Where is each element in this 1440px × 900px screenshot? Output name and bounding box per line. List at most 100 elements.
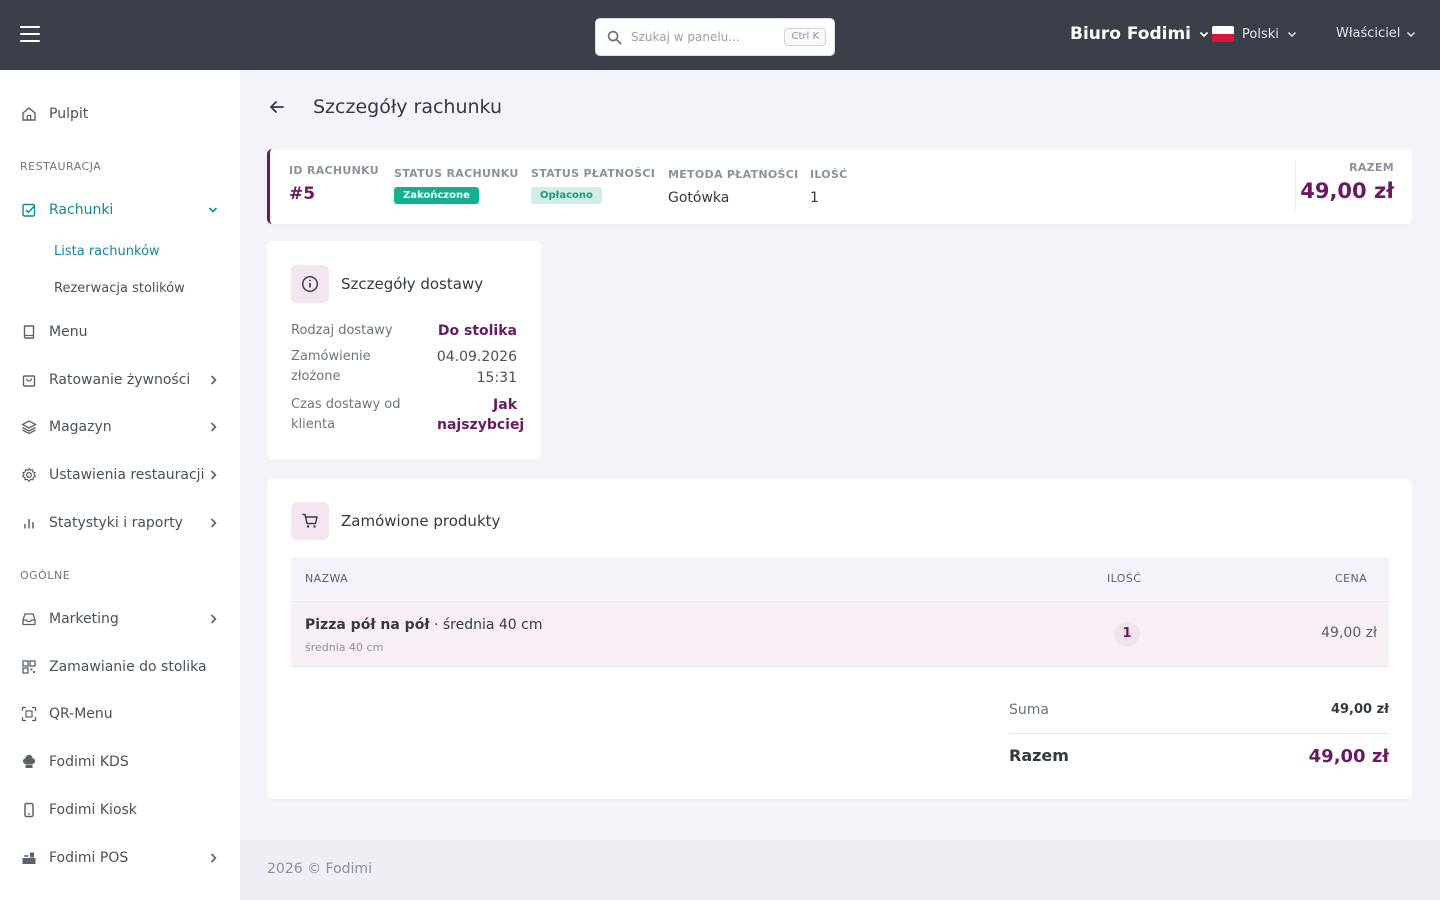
home-icon — [20, 105, 38, 123]
ordered-products-title: Zamówione produkty — [341, 512, 501, 530]
sidebar-item-bills[interactable]: Rachunki — [20, 195, 220, 225]
payment-status-badge: Opłacono — [531, 187, 602, 204]
chevron-down-icon — [1407, 31, 1416, 37]
grand-total-value: 49,00 zł — [1308, 746, 1389, 767]
product-option: średnia 40 cm — [305, 641, 384, 654]
sidebar-section-restaurant: RESTAURACJA — [20, 160, 102, 173]
sidebar-item-label: Marketing — [49, 611, 119, 627]
chevron-down-icon — [1287, 31, 1296, 38]
order-placed-label: Zamówienie złożone — [291, 349, 371, 384]
chevron-right-icon — [210, 375, 217, 385]
sidebar-item-kds[interactable]: Fodimi KDS — [20, 747, 220, 777]
payment-status-label: STATUS PŁATNOŚCI — [531, 167, 656, 180]
search-shortcut-hint: Ctrl K — [784, 28, 826, 46]
payment-status: STATUS PŁATNOŚCI Opłacono — [531, 167, 655, 204]
bill-status: STATUS RACHUNKU Zakończone — [394, 167, 519, 204]
organization-name: Biuro Fodimi — [1070, 24, 1192, 44]
sidebar-section-general: OGÓLNE — [20, 569, 71, 582]
bill-id-label: ID RACHUNKU — [289, 164, 380, 177]
sidebar-item-stats-reports[interactable]: Statystyki i raporty — [20, 508, 220, 538]
chevron-right-icon — [210, 422, 217, 432]
poland-flag-icon — [1212, 26, 1234, 42]
checkbox-edit-icon — [20, 201, 38, 219]
sidebar-item-table-ordering[interactable]: Zamawianie do stolika — [20, 652, 220, 682]
sidebar-item-label: Ratowanie żywności — [49, 372, 191, 388]
search-icon — [607, 30, 622, 45]
status-badge: Zakończone — [394, 187, 479, 204]
sidebar-item-label: Rachunki — [49, 202, 114, 218]
chevron-down-icon — [208, 207, 218, 213]
payment-method: METODA PŁATNOŚCI Gotówka — [668, 168, 799, 206]
sidebar-item-qr-menu[interactable]: QR-Menu — [20, 699, 220, 729]
payment-method-value: Gotówka — [668, 190, 730, 206]
divider — [1009, 733, 1389, 734]
sidebar-item-label: Fodimi Kiosk — [49, 802, 137, 818]
total-value: 49,00 zł — [1300, 179, 1394, 203]
delivery-type-label: Rodzaj dostawy — [291, 323, 393, 338]
sidebar-item-food-rescue[interactable]: Ratowanie żywności — [20, 365, 220, 395]
delivery-type-value: Do stolika — [437, 323, 517, 339]
sidebar-item-label: Fodimi POS — [49, 850, 129, 866]
chevron-right-icon — [210, 614, 217, 624]
info-icon — [291, 265, 329, 303]
sidebar-item-label: Magazyn — [49, 419, 112, 435]
grand-total-label: Razem — [1009, 746, 1069, 765]
user-role: Właściciel — [1336, 26, 1401, 41]
subtotal-value: 49,00 zł — [1330, 702, 1389, 717]
sidebar-item-label: QR-Menu — [49, 706, 113, 722]
bill-total: RAZEM 49,00 zł — [1300, 161, 1394, 203]
language-switcher[interactable]: Polski — [1212, 26, 1297, 42]
subtotal-label: Suma — [1009, 702, 1049, 718]
sidebar-item-warehouse[interactable]: Magazyn — [20, 412, 220, 442]
qr-code-icon — [20, 658, 38, 676]
sidebar-item-marketing[interactable]: Marketing — [20, 604, 220, 634]
organization-switcher[interactable]: Biuro Fodimi — [1070, 24, 1209, 44]
copyright-text: 2026 © Fodimi — [267, 861, 372, 877]
total-label: RAZEM — [1349, 161, 1394, 174]
bill-status-label: STATUS RACHUNKU — [394, 167, 519, 180]
sidebar-item-menu[interactable]: Menu — [20, 317, 220, 347]
search-box[interactable]: Ctrl K — [595, 18, 835, 56]
delivery-details-card: Szczegóły dostawy Rodzaj dostawy Do stol… — [267, 241, 541, 460]
bar-chart-icon — [20, 514, 38, 532]
divider — [1295, 161, 1296, 211]
sidebar-item-restaurant-settings[interactable]: Ustawienia restauracji — [20, 460, 220, 490]
sidebar-item-pos[interactable]: Fodimi POS — [20, 843, 220, 873]
product-name: Pizza pół na pół · średnia 40 cm — [305, 617, 543, 633]
search-input[interactable] — [631, 19, 781, 55]
column-header-quantity: ILOŚĆ — [1107, 572, 1142, 585]
sidebar-item-dashboard[interactable]: Pulpit — [20, 99, 220, 129]
bill-id-value: #5 — [289, 184, 316, 204]
layers-icon — [20, 418, 38, 436]
product-price: 49,00 zł — [1321, 625, 1377, 641]
bill-id: ID RACHUNKU #5 — [289, 164, 379, 204]
hamburger-menu-icon[interactable] — [20, 26, 40, 42]
column-header-price: CENA — [1335, 572, 1367, 585]
sidebar-subitem-bills-list[interactable]: Lista rachunków — [54, 244, 160, 259]
chevron-right-icon — [210, 853, 217, 863]
grand-total-row: Razem 49,00 zł — [1009, 746, 1389, 770]
products-table-header: NAZWA ILOŚĆ CENA — [291, 558, 1389, 600]
sidebar-item-label: Pulpit — [49, 106, 89, 122]
delivery-details-title: Szczegóły dostawy — [341, 275, 484, 293]
quantity-value: 1 — [810, 190, 819, 206]
language-label: Polski — [1242, 26, 1279, 42]
bill-quantity: ILOŚĆ 1 — [810, 168, 848, 206]
table-row[interactable]: Pizza pół na pół · średnia 40 cm średnia… — [291, 601, 1389, 667]
payment-method-label: METODA PŁATNOŚCI — [668, 168, 799, 181]
sidebar-item-kiosk[interactable]: Fodimi Kiosk — [20, 795, 220, 825]
quantity-label: ILOŚĆ — [810, 168, 848, 181]
product-variant: · średnia 40 cm — [429, 617, 543, 633]
delivery-time-label: Czas dostawy od klienta — [291, 397, 401, 432]
qr-scan-icon — [20, 705, 38, 723]
chef-hat-icon — [20, 753, 38, 771]
sidebar-item-label: Statystyki i raporty — [49, 515, 183, 531]
shopping-cart-icon — [291, 502, 329, 540]
arrow-left-icon[interactable] — [268, 98, 286, 116]
sidebar-subitem-table-reservation[interactable]: Rezerwacja stolików — [54, 281, 185, 296]
gear-icon — [20, 466, 38, 484]
footer: 2026 © Fodimi — [240, 840, 1440, 900]
delivery-time-value: Jak najszybciej — [437, 397, 525, 433]
user-menu[interactable]: Właściciel — [1336, 26, 1416, 41]
inbox-icon — [20, 610, 38, 628]
